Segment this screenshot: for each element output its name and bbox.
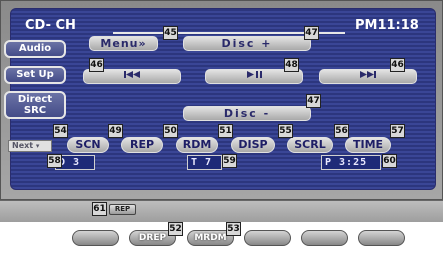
callout-58-disc-readout: 58 [47, 154, 62, 168]
callout-46-prev: 46 [89, 58, 104, 72]
callout-47-disc-down: 47 [306, 94, 321, 108]
disc-down-button[interactable]: Disc - [183, 106, 311, 121]
callout-45-menu: 45 [163, 26, 178, 40]
repeat-indicator: REP [109, 204, 136, 215]
callout-59-track-readout: 59 [222, 154, 237, 168]
disc-up-button[interactable]: Disc + [183, 36, 311, 51]
direct-source-label-line1: Direct [17, 94, 53, 105]
next-label: Next [12, 141, 34, 150]
play-time-readout: P 3:25 [321, 155, 381, 170]
setup-button[interactable]: Set Up [4, 66, 66, 84]
chevron-down-icon: ▾ [35, 142, 40, 150]
callout-56-scroll: 56 [334, 124, 349, 138]
repeat-button[interactable]: REP [121, 137, 163, 153]
callout-53-magazine-random: 53 [226, 222, 241, 236]
direct-source-label-line2: SRC [23, 105, 47, 116]
audio-button[interactable]: Audio [4, 40, 66, 58]
callout-49-scan: 49 [108, 124, 123, 138]
next-functions-button[interactable]: Next ▾ [8, 140, 52, 152]
callout-52-disc-repeat: 52 [168, 222, 183, 236]
source-mode-label: CD- CH [25, 18, 76, 33]
skip-back-icon [124, 71, 140, 78]
callout-57-time: 57 [390, 124, 405, 138]
callout-60-time-readout: 60 [382, 154, 397, 168]
callout-47-disc-up: 47 [304, 26, 319, 40]
softkey-1[interactable] [72, 230, 119, 246]
softkey-5[interactable] [301, 230, 348, 246]
time-button[interactable]: TIME [345, 137, 391, 153]
scroll-button[interactable]: SCRL [287, 137, 333, 153]
random-button[interactable]: RDM [176, 137, 218, 153]
clock-display: PM11:18 [355, 18, 419, 33]
callout-46-next: 46 [390, 58, 405, 72]
callout-51-random: 51 [218, 124, 233, 138]
skip-forward-icon [360, 71, 376, 78]
callout-50-repeat: 50 [163, 124, 178, 138]
display-button[interactable]: DISP [231, 137, 275, 153]
softkey-4[interactable] [244, 230, 291, 246]
scan-button[interactable]: SCN [67, 137, 109, 153]
callout-61-rep-indicator: 61 [92, 202, 107, 216]
play-pause-icon [247, 71, 262, 78]
track-number-readout: T 7 [187, 155, 222, 170]
lower-bezel [0, 200, 443, 222]
direct-source-button[interactable]: Direct SRC [4, 91, 66, 119]
menu-button[interactable]: Menu» [89, 36, 158, 51]
softkey-6[interactable] [358, 230, 405, 246]
callout-54-next: 54 [53, 124, 68, 138]
callout-55-display: 55 [278, 124, 293, 138]
head-unit-frame: CD- CH PM11:18 Menu» Disc + Disc - SCN R… [0, 0, 443, 259]
callout-48-play: 48 [284, 58, 299, 72]
